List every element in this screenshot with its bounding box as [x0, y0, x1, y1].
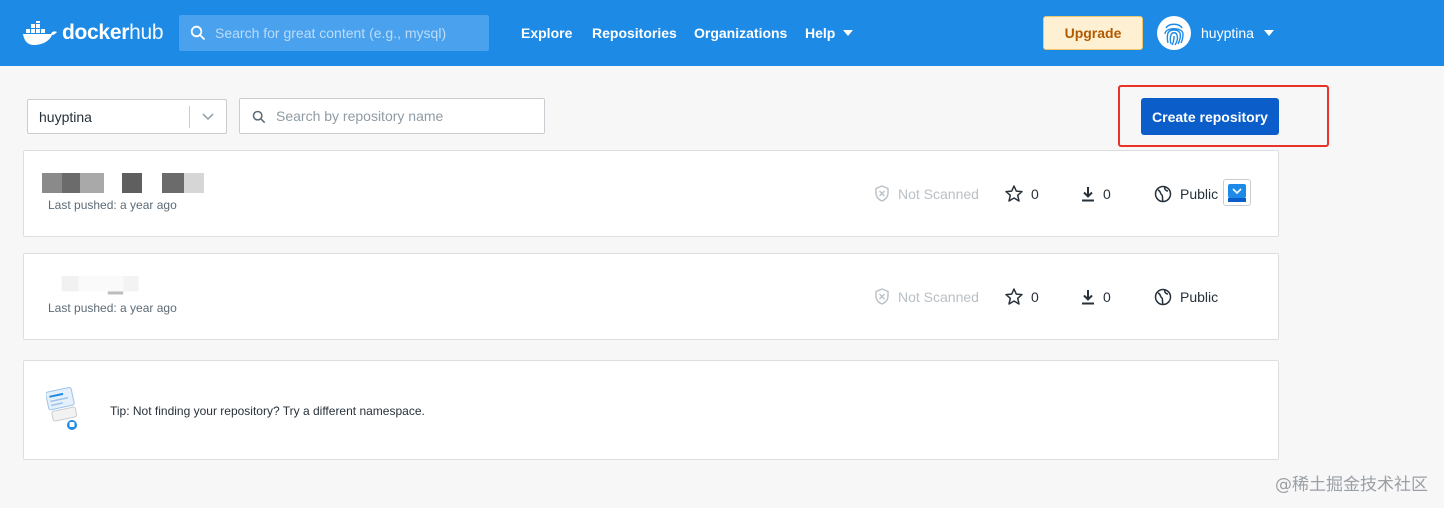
- username: huyptina: [1201, 25, 1254, 41]
- chevron-down-icon: [190, 112, 226, 121]
- star-count-value: 0: [1031, 185, 1039, 202]
- upgrade-button[interactable]: Upgrade: [1043, 16, 1143, 50]
- repository-card[interactable]: Last pushed: a year ago Not Scanned 0 0 …: [23, 150, 1279, 237]
- download-icon: [1082, 289, 1094, 304]
- download-icon: [1082, 186, 1094, 201]
- logo-text: dockerhub: [62, 21, 164, 44]
- star-icon: [1005, 185, 1023, 202]
- namespace-value: huyptina: [39, 108, 92, 125]
- pull-count: 0: [1081, 254, 1111, 339]
- globe-icon: [1154, 185, 1172, 202]
- nav-explore[interactable]: Explore: [521, 0, 572, 66]
- global-search-input[interactable]: [215, 15, 483, 51]
- avatar: [1157, 16, 1191, 50]
- redacted-repository-name: [42, 173, 204, 193]
- scan-status-label: Not Scanned: [898, 185, 979, 202]
- shield-x-icon: [875, 185, 889, 202]
- star-count: 0: [1005, 254, 1039, 339]
- search-icon: [252, 110, 266, 124]
- caret-down-icon: [843, 30, 854, 36]
- repository-illustration: [46, 387, 78, 430]
- star-count-value: 0: [1031, 288, 1039, 305]
- visibility: Public: [1154, 151, 1218, 236]
- repository-card[interactable]: Last pushed: a year ago Not Scanned 0 0 …: [23, 253, 1279, 340]
- visibility-label: Public: [1180, 288, 1219, 305]
- namespace-select[interactable]: huyptina: [27, 99, 227, 134]
- nav-repositories[interactable]: Repositories: [592, 0, 677, 66]
- repository-search: [239, 98, 545, 134]
- repository-search-input[interactable]: [276, 99, 538, 133]
- fingerprint-icon: [1164, 23, 1184, 46]
- official-image-badge: [1223, 179, 1251, 206]
- user-menu[interactable]: huyptina: [1157, 15, 1274, 51]
- namespace-tip: Tip: Not finding your repository? Try a …: [23, 360, 1279, 460]
- shield-x-icon: [875, 288, 889, 305]
- scan-status: Not Scanned: [874, 254, 979, 339]
- star-icon: [1005, 288, 1023, 305]
- create-repository-button[interactable]: Create repository: [1141, 98, 1279, 135]
- scan-status: Not Scanned: [874, 151, 979, 236]
- last-pushed: Last pushed: a year ago: [48, 198, 177, 212]
- scan-status-label: Not Scanned: [898, 288, 979, 305]
- docker-badge-icon: [1228, 183, 1246, 202]
- pull-count: 0: [1081, 151, 1111, 236]
- pull-count-value: 0: [1103, 185, 1111, 202]
- caret-down-icon: [1263, 30, 1274, 36]
- global-search: [179, 15, 489, 51]
- visibility-label: Public: [1180, 185, 1219, 202]
- docker-hub-logo[interactable]: dockerhub: [22, 17, 164, 49]
- pull-count-value: 0: [1103, 288, 1111, 305]
- globe-icon: [1154, 288, 1172, 305]
- search-icon: [190, 25, 206, 41]
- nav-organizations[interactable]: Organizations: [694, 0, 787, 66]
- docker-whale-icon: [23, 21, 57, 45]
- tip-text: Tip: Not finding your repository? Try a …: [110, 404, 425, 418]
- top-navigation-bar: dockerhub Explore Repositories Organizat…: [0, 0, 1444, 66]
- nav-help-label: Help: [805, 25, 836, 41]
- visibility: Public: [1154, 254, 1218, 339]
- last-pushed: Last pushed: a year ago: [48, 301, 177, 315]
- nav-help[interactable]: Help: [805, 0, 854, 66]
- star-count: 0: [1005, 151, 1039, 236]
- watermark: @稀土掘金技术社区: [1275, 475, 1428, 495]
- redacted-repository-name: [61, 276, 139, 295]
